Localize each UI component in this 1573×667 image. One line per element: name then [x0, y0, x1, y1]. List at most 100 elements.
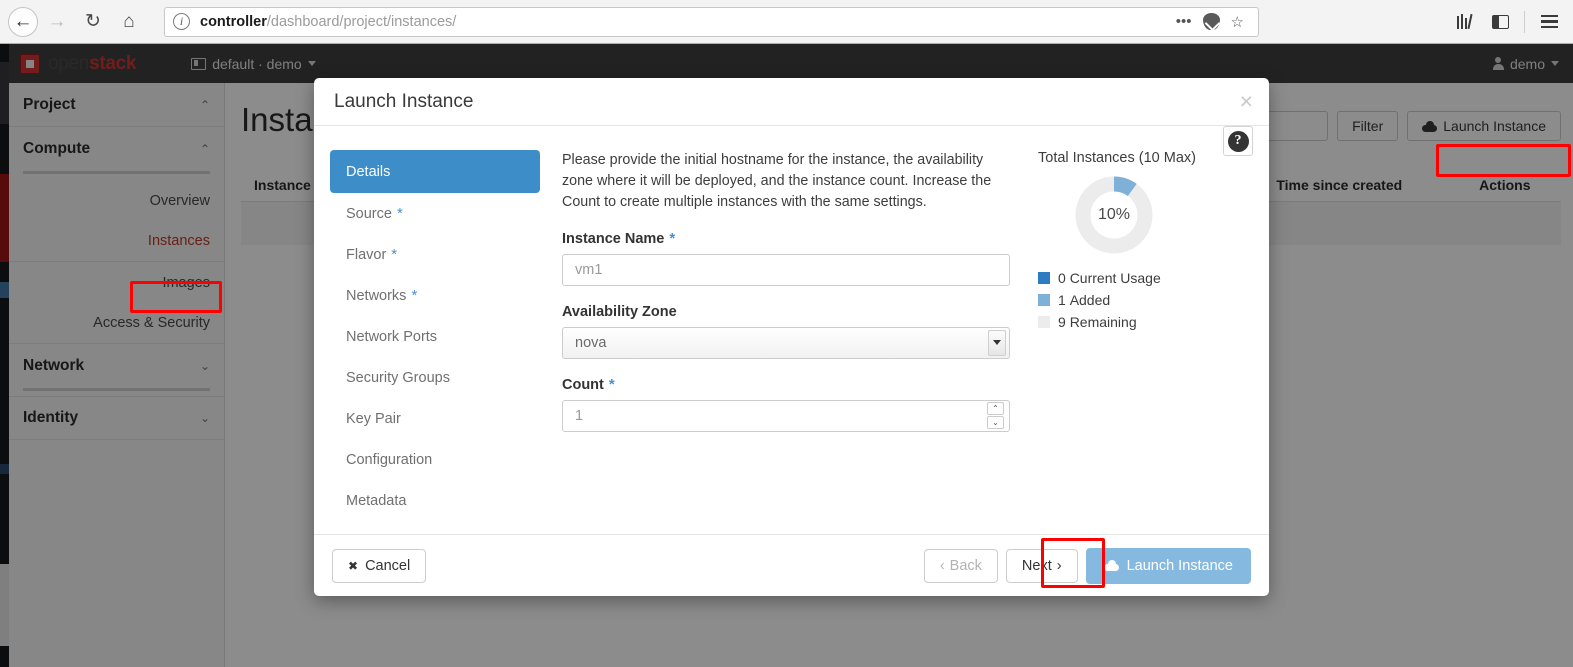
- legend-item-added: 1 Added: [1038, 292, 1249, 308]
- legend-label: Added: [1069, 292, 1111, 308]
- instance-name-label: Instance Name *: [562, 231, 1010, 247]
- legend-swatch: [1038, 294, 1050, 306]
- legend-value: 9: [1058, 314, 1066, 330]
- tab-configuration[interactable]: Configuration: [330, 439, 540, 480]
- address-bar[interactable]: i controller/dashboard/project/instances…: [164, 6, 1259, 37]
- next-button-label: Next: [1021, 557, 1052, 574]
- back-arrow-icon[interactable]: ←: [8, 6, 38, 37]
- url-text: controller/dashboard/project/instances/: [200, 14, 456, 30]
- tab-label: Source: [346, 205, 392, 222]
- toolbar-divider: [1524, 10, 1525, 33]
- browser-toolbar-right: [1448, 6, 1573, 38]
- wizard-tab-list: Details Source * Flavor * Networks * Networ…: [330, 148, 540, 534]
- help-icon: ?: [1227, 130, 1249, 152]
- stepper-down-icon[interactable]: ⌄: [987, 415, 1004, 429]
- tab-security-groups[interactable]: Security Groups: [330, 357, 540, 398]
- bookmark-star-icon[interactable]: ☆: [1231, 13, 1244, 31]
- tab-label: Key Pair: [346, 410, 401, 427]
- home-icon[interactable]: ⌂: [112, 5, 146, 39]
- tab-label: Details: [346, 163, 391, 180]
- count-value: 1: [575, 407, 584, 424]
- close-icon[interactable]: ×: [1240, 90, 1253, 113]
- legend-swatch: [1038, 316, 1050, 328]
- browser-toolbar: ← → ↻ ⌂ i controller/dashboard/project/i…: [0, 0, 1573, 44]
- legend-value: 1: [1058, 292, 1066, 308]
- instance-name-input[interactable]: vm1: [562, 253, 1010, 286]
- availability-zone-label: Availability Zone: [562, 304, 1010, 320]
- chart-legend: 0 Current Usage 1 Added 9 Remaining: [1038, 270, 1249, 330]
- tab-label: Flavor: [346, 246, 387, 263]
- tab-key-pair[interactable]: Key Pair: [330, 398, 540, 439]
- cancel-button-label: Cancel: [365, 557, 411, 574]
- required-marker: *: [411, 287, 418, 304]
- chevron-right-icon: ›: [1056, 557, 1062, 574]
- tab-label: Security Groups: [346, 369, 450, 386]
- cancel-button[interactable]: ✖ Cancel: [332, 548, 427, 583]
- legend-swatch: [1038, 272, 1050, 284]
- tab-label: Metadata: [346, 492, 407, 509]
- pocket-icon[interactable]: [1202, 13, 1220, 30]
- modal-footer: ✖ Cancel ‹ Back Next › Launch Instance: [314, 534, 1269, 596]
- back-button-label: Back: [949, 557, 982, 574]
- cloud-icon: [1103, 560, 1119, 571]
- tab-source[interactable]: Source *: [330, 193, 540, 234]
- modal-title: Launch Instance: [334, 90, 474, 112]
- availability-zone-select[interactable]: nova: [562, 326, 1010, 359]
- tab-label: Networks: [346, 287, 407, 304]
- next-button[interactable]: Next ›: [1005, 548, 1078, 583]
- tab-network-ports[interactable]: Network Ports: [330, 316, 540, 357]
- modal-body: Details Source * Flavor * Networks * Networ…: [314, 126, 1269, 534]
- forward-arrow-icon[interactable]: →: [40, 5, 74, 39]
- quota-chart-panel: Total Instances (10 Max) 10% 0 Current U…: [1010, 148, 1249, 534]
- availability-zone-value: nova: [575, 334, 607, 351]
- details-form: Please provide the initial hostname for …: [540, 148, 1010, 534]
- availability-zone-label-text: Availability Zone: [562, 303, 677, 320]
- page-actions-ellipsis-icon[interactable]: •••: [1176, 13, 1192, 30]
- legend-label: Remaining: [1069, 314, 1137, 330]
- sidebar-icon[interactable]: [1484, 6, 1516, 38]
- required-marker: *: [608, 376, 615, 394]
- required-marker: *: [396, 205, 403, 222]
- url-host: controller: [200, 13, 267, 30]
- back-button[interactable]: ‹ Back: [923, 548, 998, 583]
- legend-item-remaining: 9 Remaining: [1038, 314, 1249, 330]
- tab-flavor[interactable]: Flavor *: [330, 234, 540, 275]
- url-path: /dashboard/project/instances/: [266, 13, 457, 30]
- chevron-left-icon: ‹: [939, 557, 945, 574]
- required-marker: *: [391, 246, 398, 263]
- chart-title: Total Instances (10 Max): [1038, 150, 1196, 166]
- donut-chart: 10%: [1038, 176, 1190, 254]
- count-input[interactable]: 1: [562, 399, 1010, 432]
- required-marker: *: [669, 230, 676, 248]
- launch-instance-modal: Launch Instance × Details Source * Flavor…: [314, 78, 1269, 596]
- tab-label: Configuration: [346, 451, 433, 468]
- hamburger-menu-icon[interactable]: [1533, 6, 1565, 38]
- submit-launch-instance-button[interactable]: Launch Instance: [1085, 547, 1251, 584]
- chevron-down-icon[interactable]: [988, 329, 1006, 356]
- legend-label: Current Usage: [1069, 270, 1161, 286]
- close-x-icon: ✖: [348, 558, 359, 573]
- site-info-icon[interactable]: i: [173, 13, 190, 30]
- donut-center-label: 10%: [1097, 206, 1131, 223]
- tab-networks[interactable]: Networks *: [330, 275, 540, 316]
- reload-icon[interactable]: ↻: [76, 5, 110, 39]
- stepper-up-icon[interactable]: ⌃: [987, 401, 1004, 415]
- instance-name-label-text: Instance Name: [562, 230, 665, 247]
- tab-label: Network Ports: [346, 328, 438, 345]
- legend-item-current-usage: 0 Current Usage: [1038, 270, 1249, 286]
- navigation-buttons: ← → ↻ ⌂: [0, 5, 146, 39]
- submit-launch-instance-label: Launch Instance: [1126, 557, 1233, 574]
- donut-graphic: 10%: [1075, 176, 1153, 254]
- legend-value: 0: [1058, 270, 1066, 286]
- quantity-stepper: ⌃ ⌄: [987, 401, 1004, 429]
- library-icon[interactable]: [1448, 6, 1480, 38]
- form-description: Please provide the initial hostname for …: [562, 152, 992, 210]
- tab-metadata[interactable]: Metadata: [330, 480, 540, 521]
- count-field-wrapper: 1 ⌃ ⌄: [562, 399, 1010, 432]
- count-label: Count *: [562, 377, 1010, 393]
- instance-name-value: vm1: [575, 261, 603, 278]
- help-button[interactable]: ?: [1223, 126, 1253, 156]
- count-label-text: Count: [562, 376, 604, 393]
- modal-header: Launch Instance ×: [314, 78, 1269, 126]
- tab-details[interactable]: Details: [330, 150, 540, 193]
